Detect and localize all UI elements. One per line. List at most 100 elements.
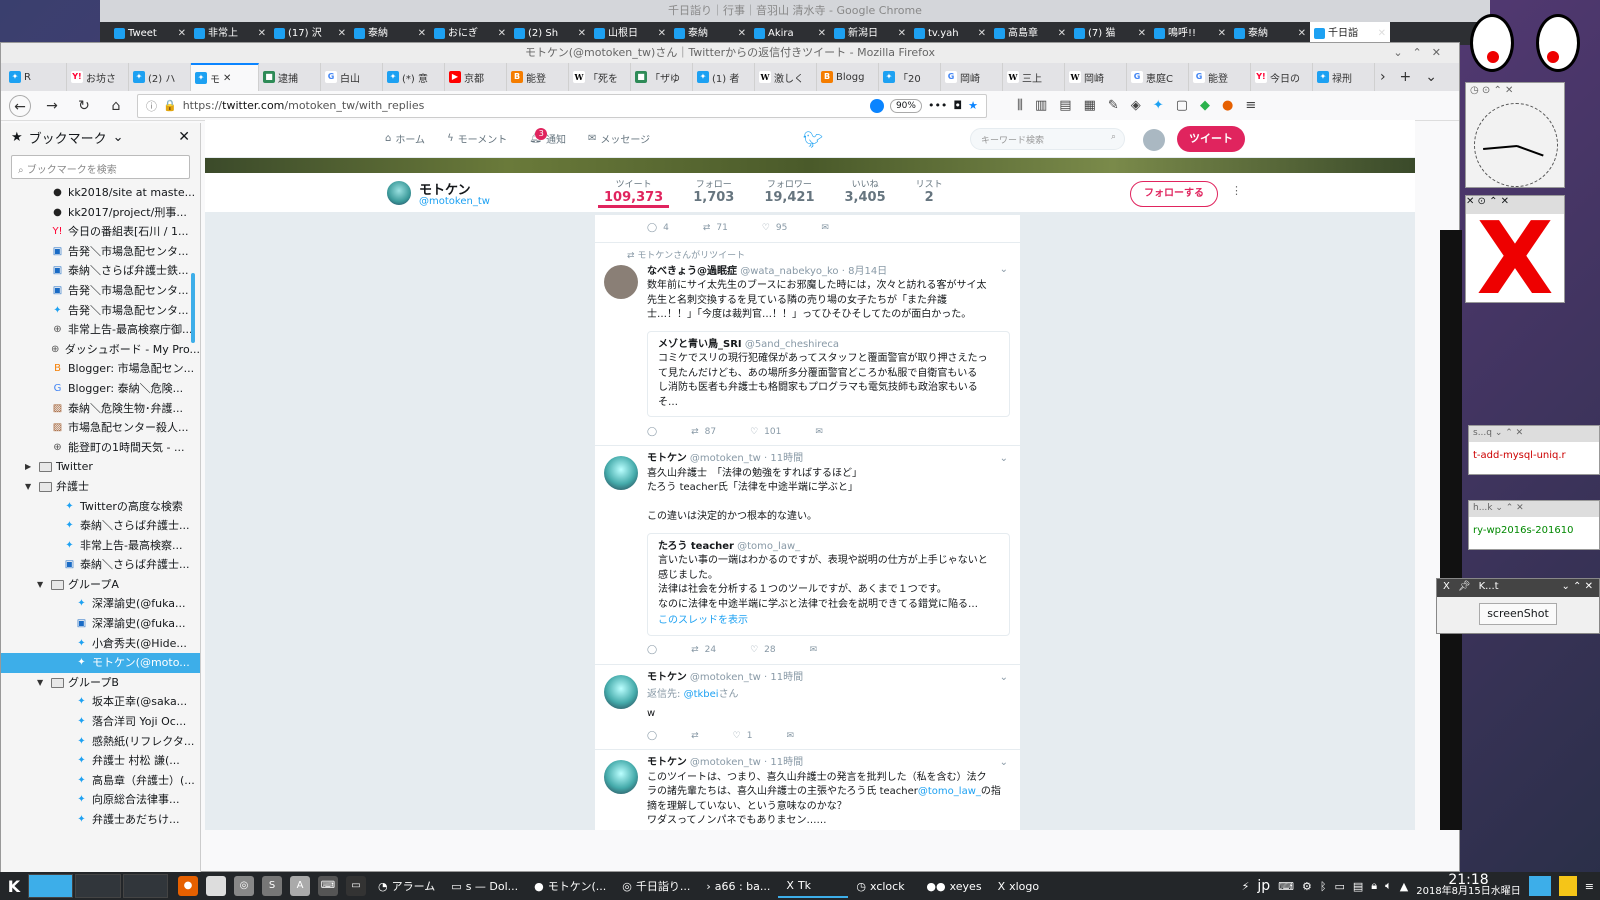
firefox-tab[interactable]: ✦ R [5,63,67,91]
reply-to-link[interactable]: @tkbei [684,689,719,700]
tweet[interactable]: ⌄ モトケン @motoken_tw · 11時間 このツイートは、つまり、喜久… [595,750,1020,830]
sidebar-scrollbar[interactable] [191,273,195,343]
retweet-icon[interactable]: ⇄ [691,729,699,744]
url-bar[interactable]: ⓘ 🔒 https://twitter.com/motoken_tw/with_… [137,93,987,118]
account-avatar[interactable] [1143,129,1165,151]
dm-icon[interactable]: ✉ [810,643,818,658]
dictionary-launcher-icon[interactable]: A [290,876,310,896]
firefox-launcher-icon[interactable]: ● [178,876,198,896]
like-icon[interactable]: ♡ 101 [750,425,781,440]
bluetooth-icon[interactable]: ᛒ [1320,880,1327,893]
firefox-tab[interactable]: ✦ モ ✕ [191,63,259,91]
firefox-tab[interactable]: ✦ 「20 [879,63,941,91]
screenshot-button[interactable]: screenShot [1479,603,1557,625]
tweet-avatar[interactable] [604,265,638,299]
profile-avatar[interactable] [385,179,413,207]
app-launcher-icon[interactable]: S [262,876,282,896]
reply-icon[interactable]: ◯ 4 [647,221,669,236]
bookmark-item[interactable]: ▼ グループB [1,673,200,693]
firefox-tab[interactable]: ✦ 禄刑 [1313,63,1375,91]
extension-grid-icon[interactable]: ▦ [1084,98,1096,113]
page-actions-icon[interactable]: ••• [928,99,947,112]
firefox-tab[interactable]: ✦ (*) 意 [383,63,445,91]
reply-icon[interactable]: ◯ [647,425,657,440]
like-icon[interactable]: ♡ 28 [750,643,776,658]
firefox-tab[interactable]: W 三上 [1003,63,1065,91]
bookmark-item[interactable]: ✦ 坂本正幸(@saka... [1,692,200,712]
tweet[interactable]: ⇄ モトケンさんがリツイート ⌄ なべきょう@過眠症 @wata_nabekyo… [595,243,1020,446]
reply-icon[interactable]: ◯ [647,643,657,658]
extension-evernote-icon[interactable]: ◈ [1131,98,1141,113]
bookmark-item[interactable]: ▼ グループA [1,575,200,595]
display-icon[interactable]: ▭ [1334,880,1344,893]
extension-feedly-icon[interactable]: ◆ [1200,98,1210,113]
firefox-tab[interactable]: Y! お坊さ [67,63,129,91]
twitter-search-input[interactable]: キーワード検索 ⌕ [970,128,1125,150]
bookmark-item[interactable]: ⊕ 能登町の1時間天気 - ... [1,438,200,458]
network-icon[interactable]: ⚡ [1242,880,1250,893]
zoom-level[interactable]: 90% [889,98,922,113]
taskbar-task[interactable]: ▭ s — Dol... [443,874,526,898]
bookmark-item[interactable]: ✦ 感熱紙(リフレクタ... [1,732,200,752]
taskbar-clock[interactable]: 21:18 2018年8月15日水曜日 [1416,873,1521,898]
bookmark-item[interactable]: ✦ モトケン(@moto... [1,653,200,673]
bookmark-item[interactable]: ⊕ 非常上告-最高検察庁御... [1,320,200,340]
ime-indicator[interactable]: jp [1257,878,1270,894]
firefox-tab[interactable]: G 岡崎 [941,63,1003,91]
retweet-icon[interactable]: ⇄ 71 [703,221,728,236]
bookmark-item[interactable]: ✦ 小倉秀夫(@Hide... [1,634,200,654]
bookmark-item[interactable]: ● kk2017/project/刑事... [1,203,200,223]
show-desktop-icon[interactable] [1528,876,1551,896]
firefox-tab[interactable]: ✦ (2) ハ [129,63,191,91]
panel-menu-icon[interactable]: ≡ [1585,880,1594,893]
bookmark-item[interactable]: ▣ 泰納＼さらば弁護士... [1,555,200,575]
bookmark-item[interactable]: ▣ 泰納＼さらば弁護士鉄... [1,261,200,281]
taskbar-task[interactable]: ◎ 千日詣り... [614,874,698,898]
nav-notifications[interactable]: 🔔︎ 3 通知 [529,127,566,146]
bookmark-item[interactable]: ▣ 深澤諭史(@fuka... [1,614,200,634]
tweet[interactable]: ⌄ モトケン @motoken_tw · 11時間 喜久山弁護士 「法律の勉強を… [595,446,1020,665]
library-icon[interactable]: ⫼ [1017,98,1023,113]
url-text[interactable]: https://twitter.com/motoken_tw/with_repl… [183,99,864,112]
nav-moments[interactable]: ϟ モーメント [447,131,507,146]
firefox-tab[interactable]: G 能登 [1189,63,1251,91]
firefox-tab[interactable]: W 岡崎 [1065,63,1127,91]
tweet-avatar[interactable] [604,674,638,709]
pocket-icon[interactable]: ◘ [953,99,962,112]
firefox-tab[interactable]: B 能登 [507,63,569,91]
search-icon[interactable]: ⌕ [1111,132,1116,142]
forward-button[interactable]: → [41,95,63,117]
desktop-pager[interactable] [28,874,168,898]
bookmark-item[interactable]: ✦ 泰納＼さらば弁護士... [1,516,200,536]
clipboard-icon[interactable]: ▤ [1353,880,1363,893]
tab-strip-controls[interactable]: ›+⌄ [1380,69,1451,85]
firefox-tab[interactable]: W 激しく [755,63,817,91]
tweet-button[interactable]: ツイート [1177,126,1245,152]
dm-icon[interactable]: ✉ [821,221,829,236]
document-launcher-icon[interactable] [206,876,226,896]
extension-twitter-icon[interactable]: ✦ [1153,98,1164,113]
firefox-tab[interactable]: G 白山 [321,63,383,91]
bookmark-item[interactable]: ▣ 告発＼市場急配センタ... [1,281,200,301]
chevron-down-icon[interactable]: ⌄ [113,130,124,145]
chevron-down-icon[interactable]: ⌄ [1000,452,1008,467]
firefox-tab[interactable]: W 「死を [569,63,631,91]
sidebar-toggle-icon[interactable]: ▥ [1035,98,1047,113]
bookmark-item[interactable]: ✦ 弁護士 村松 謙(... [1,751,200,771]
bookmark-item[interactable]: ✦ 弁護士あだちけ... [1,810,200,830]
bookmark-item[interactable]: ✦ Twitterの高度な検索 [1,497,200,517]
bookmark-item[interactable]: ⊕ ダッシュボード - My Pro... [1,340,200,360]
expanded-icon[interactable]: ▼ [37,575,47,595]
taskbar-task[interactable]: ◔ アラーム [370,874,443,898]
bookmark-item[interactable]: ▨ 泰納＼危険生物･弁護... [1,399,200,419]
chrome-launcher-icon[interactable]: ◎ [234,876,254,896]
bookmark-star-icon[interactable]: ★ [968,99,978,112]
extension-clipboard-icon[interactable]: ▢ [1176,98,1188,113]
more-options-icon[interactable]: ⋮ [1231,184,1242,197]
reload-button[interactable]: ↻ [73,95,95,117]
bookmark-item[interactable]: Y! 今日の番組表[石川 / 1... [1,222,200,242]
bookmark-item[interactable]: ▣ 告発＼市場急配センタ... [1,242,200,262]
sidebar-title[interactable]: ブックマーク [29,128,107,147]
firefox-tab[interactable]: Y! 今日の [1251,63,1313,91]
home-button[interactable]: ⌂ [105,95,127,117]
